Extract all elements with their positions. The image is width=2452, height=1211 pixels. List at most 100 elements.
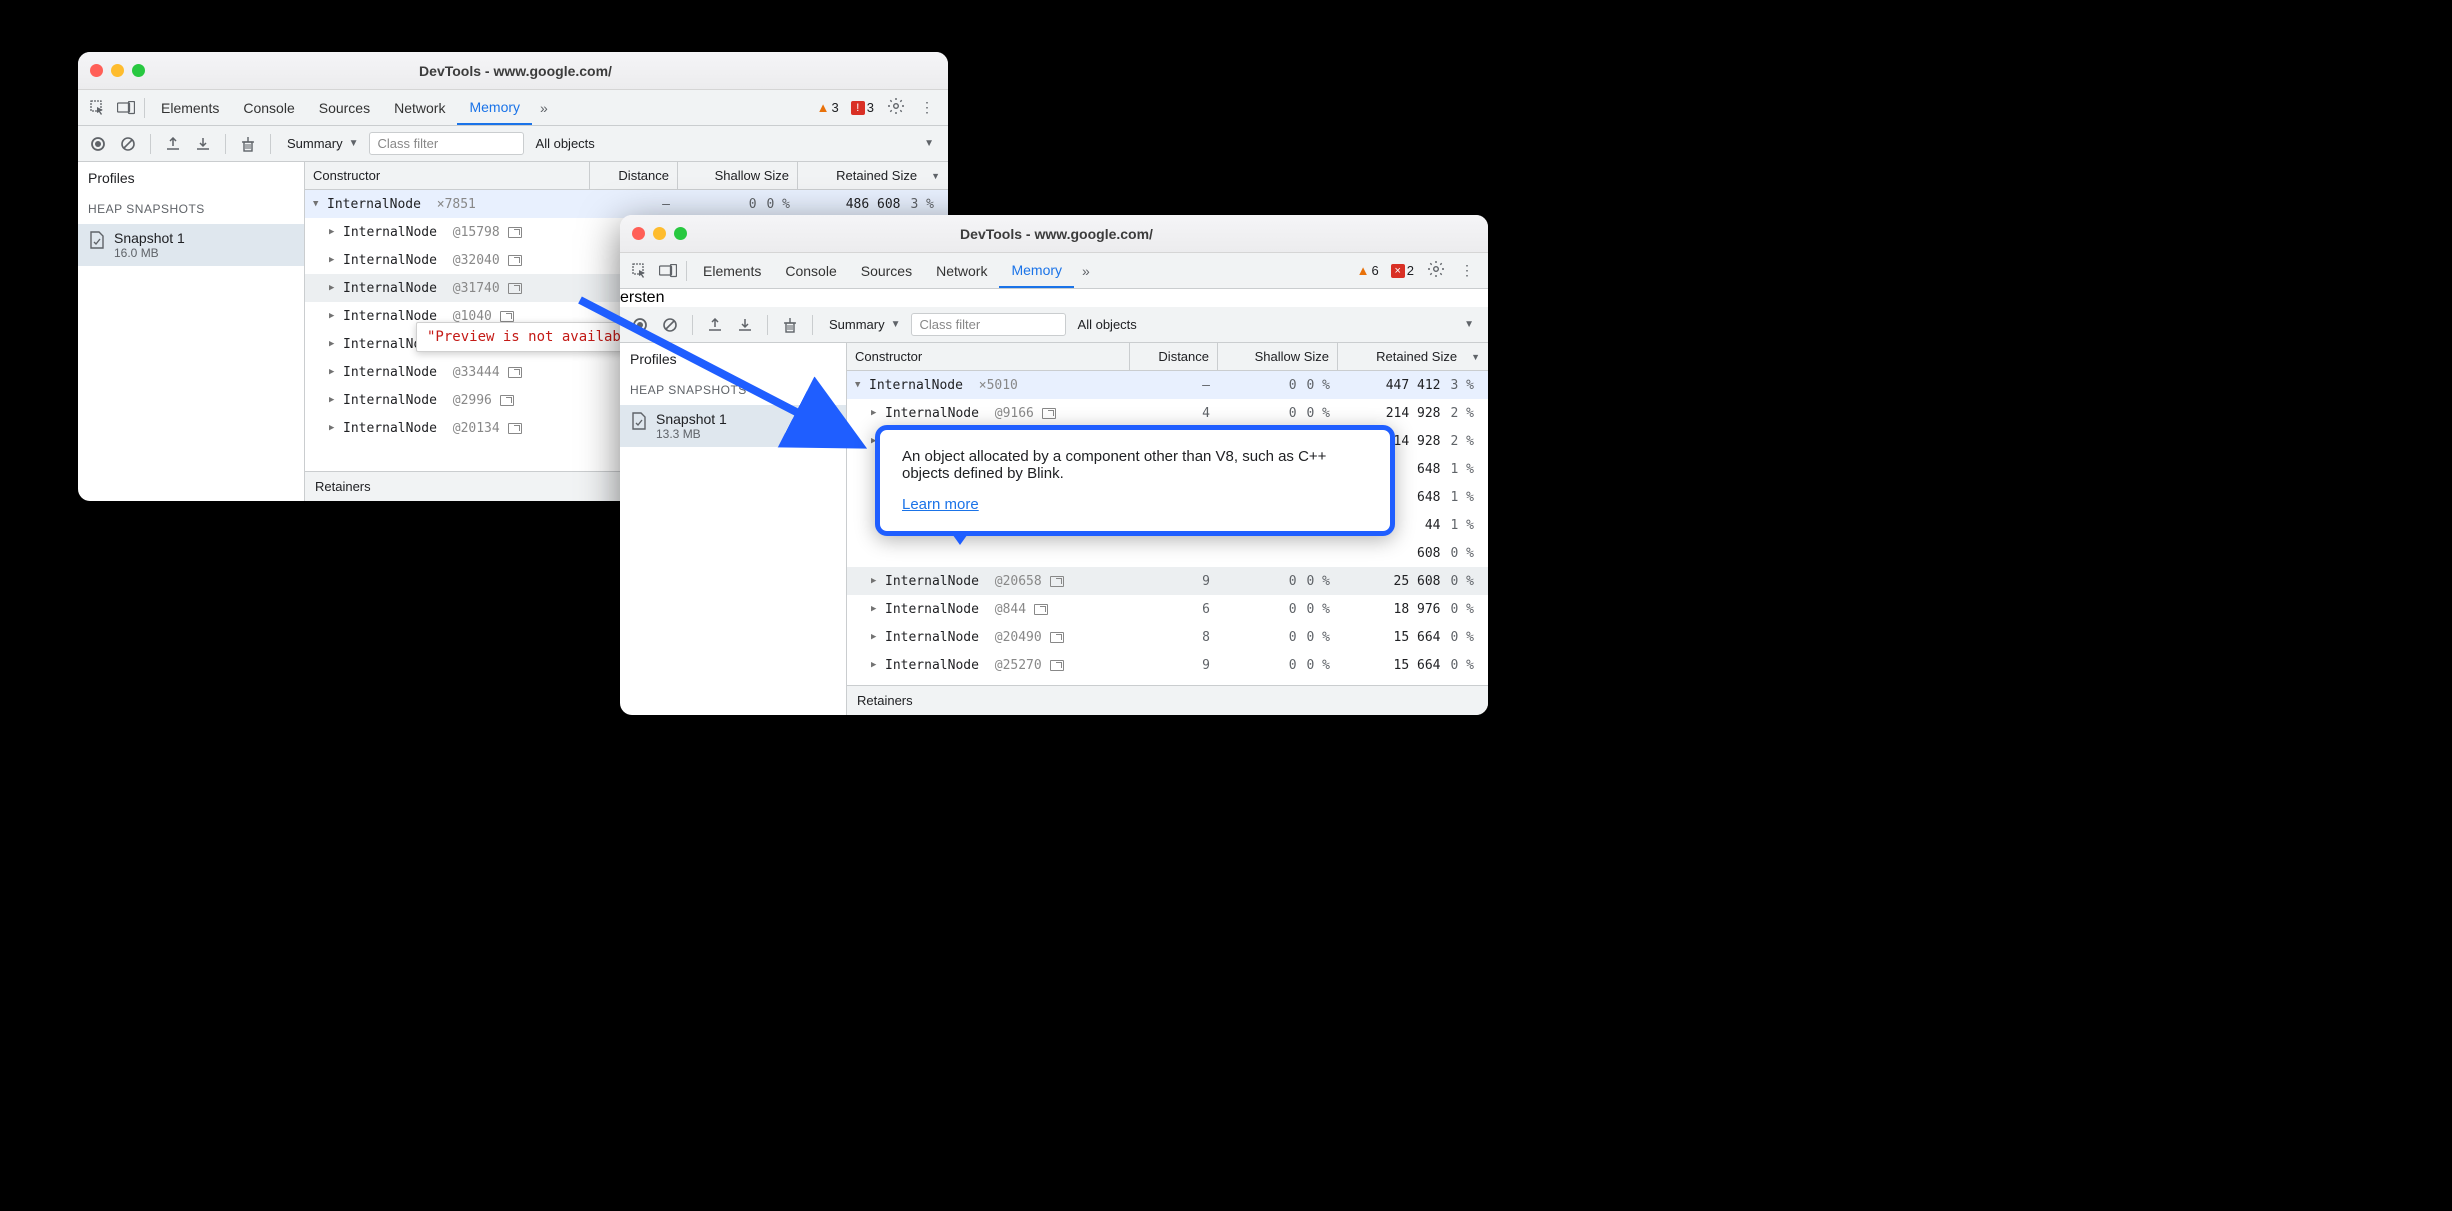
sidebar-heading: HEAP SNAPSHOTS [620,375,846,405]
scope-select[interactable]: All objects [526,136,605,151]
link-icon[interactable] [500,395,514,406]
view-select[interactable]: Summary ▼ [821,317,909,332]
object-row[interactable]: 6080 % [847,539,1488,567]
expand-icon[interactable]: ▶ [871,604,881,614]
col-constructor[interactable]: Constructor [847,343,1130,370]
expand-icon[interactable]: ▶ [329,395,339,405]
tab-memory[interactable]: Memory [457,90,532,125]
col-retained[interactable]: Retained Size ▼ [1338,343,1488,370]
expand-icon[interactable]: ▼ [855,380,865,390]
collect-garbage-icon[interactable] [234,130,262,158]
link-icon[interactable] [1034,604,1048,615]
tab-network[interactable]: Network [924,253,999,288]
more-tabs-icon[interactable]: » [1074,263,1098,279]
upload-icon[interactable] [159,130,187,158]
class-filter-input[interactable]: Class filter [369,132,524,155]
sort-icon: ▼ [1471,352,1480,362]
warning-count[interactable]: ▲ 6 [1351,263,1385,278]
object-row[interactable]: ▶InternalNode @20658900 %25 6080 % [847,567,1488,595]
expand-icon[interactable]: ▶ [329,339,339,349]
link-icon[interactable] [1050,576,1064,587]
titlebar[interactable]: DevTools - www.google.com/ [78,52,948,90]
tab-console[interactable]: Console [231,90,306,125]
expand-icon[interactable]: ▶ [329,311,339,321]
expand-icon[interactable]: ▶ [329,255,339,265]
link-icon[interactable] [508,367,522,378]
warning-count[interactable]: ▲ 3 [811,100,845,115]
snapshot-item[interactable]: Snapshot 1 13.3 MB [620,405,846,447]
expand-icon[interactable]: ▶ [871,632,881,642]
menu-icon[interactable]: ⋮ [912,99,942,116]
description-tooltip: An object allocated by a component other… [875,425,1395,536]
snapshot-icon [88,230,106,250]
menu-icon[interactable]: ⋮ [1452,262,1482,279]
tab-elements[interactable]: Elements [691,253,773,288]
expand-icon[interactable]: ▶ [871,576,881,586]
object-row[interactable]: ▶InternalNode @25270900 %15 6640 % [847,651,1488,679]
expand-icon[interactable]: ▶ [329,367,339,377]
upload-icon[interactable] [701,311,729,339]
clear-icon[interactable] [114,130,142,158]
settings-icon[interactable] [1420,261,1452,280]
expand-icon[interactable]: ▶ [329,227,339,237]
constructor-group-row[interactable]: ▼InternalNode ×5010 – 00 % 447 4123 % [847,371,1488,399]
object-row[interactable]: ▶InternalNode @20490800 %15 6640 % [847,623,1488,651]
error-count[interactable]: × 2 [1385,263,1420,278]
snapshot-size: 16.0 MB [114,246,185,260]
link-icon[interactable] [508,255,522,266]
download-icon[interactable] [189,130,217,158]
view-select[interactable]: Summary ▼ [279,136,367,151]
device-toggle-icon[interactable] [112,101,140,115]
tab-network[interactable]: Network [382,90,457,125]
inspect-icon[interactable] [84,100,112,116]
download-icon[interactable] [731,311,759,339]
collect-garbage-icon[interactable] [776,311,804,339]
expand-icon[interactable]: ▶ [329,423,339,433]
chevron-down-icon[interactable]: ▼ [1464,319,1482,330]
chevron-down-icon[interactable]: ▼ [924,138,942,149]
memory-toolbar: Summary ▼ Class filter All objects ▼ [78,126,948,162]
warning-icon: ▲ [817,100,830,115]
expand-icon[interactable]: ▼ [313,199,323,209]
link-icon[interactable] [500,311,514,322]
more-tabs-icon[interactable]: » [532,100,556,116]
error-count[interactable]: ! 3 [845,100,880,115]
settings-icon[interactable] [880,98,912,117]
col-distance[interactable]: Distance [590,162,678,189]
tab-sources[interactable]: Sources [849,253,924,288]
expand-icon[interactable]: ▶ [871,660,881,670]
link-icon[interactable] [1042,408,1056,419]
col-constructor[interactable]: Constructor [305,162,590,189]
link-icon[interactable] [508,227,522,238]
constructor-group-row[interactable]: ▼InternalNode ×7851 – 00 % 486 6083 % [305,190,948,218]
titlebar[interactable]: DevTools - www.google.com/ [620,215,1488,253]
link-icon[interactable] [1050,660,1064,671]
tab-elements[interactable]: Elements [149,90,231,125]
object-row[interactable]: ▶InternalNode @9166400 %214 9282 % [847,399,1488,427]
record-icon[interactable] [626,311,654,339]
expand-icon[interactable]: ▶ [871,408,881,418]
record-icon[interactable] [84,130,112,158]
link-icon[interactable] [508,423,522,434]
snapshot-item[interactable]: Snapshot 1 16.0 MB [78,224,304,266]
expand-icon[interactable]: ▶ [329,283,339,293]
tab-sources[interactable]: Sources [307,90,382,125]
retainers-section[interactable]: Retainers [847,685,1488,715]
clear-icon[interactable] [656,311,684,339]
col-distance[interactable]: Distance [1130,343,1218,370]
chevron-down-icon: ▼ [349,138,359,149]
col-shallow[interactable]: Shallow Size [1218,343,1338,370]
link-icon[interactable] [1050,632,1064,643]
col-retained[interactable]: Retained Size ▼ [798,162,948,189]
link-icon[interactable] [508,283,522,294]
learn-more-link[interactable]: Learn more [902,496,979,513]
error-icon: × [1391,264,1405,278]
inspect-icon[interactable] [626,263,654,279]
col-shallow[interactable]: Shallow Size [678,162,798,189]
class-filter-input[interactable]: Class filter [911,313,1066,336]
tab-console[interactable]: Console [773,253,848,288]
device-toggle-icon[interactable] [654,264,682,278]
object-row[interactable]: ▶InternalNode @844600 %18 9760 % [847,595,1488,623]
tab-memory[interactable]: Memory [999,253,1074,288]
scope-select[interactable]: All objects [1068,317,1147,332]
